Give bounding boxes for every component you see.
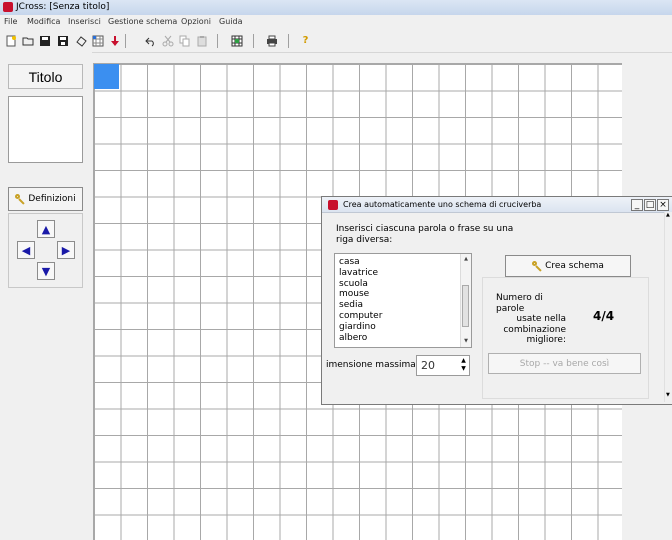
word-line: sedia	[339, 300, 363, 311]
definitions-button[interactable]: Definizioni	[8, 187, 83, 211]
print-icon[interactable]	[265, 34, 278, 47]
menu-modifica[interactable]: Modifica	[27, 17, 60, 26]
word-count-value: 4/4	[593, 309, 615, 323]
create-schema-button[interactable]: Crea schema	[505, 255, 631, 277]
arrow-right-icon[interactable]: ▶	[57, 241, 75, 259]
word-list-textarea[interactable]: casa lavatrice scuola mouse sedia comput…	[334, 253, 472, 348]
auto-create-dialog: Crea automaticamente uno schema di cruci…	[321, 196, 672, 405]
word-count-label-line: combinazione	[503, 324, 566, 335]
word-line: scuola	[339, 278, 368, 289]
copy-icon[interactable]	[178, 34, 191, 47]
word-line: casa	[339, 257, 360, 267]
title-preview-box	[8, 96, 83, 163]
maximize-icon[interactable]: □	[644, 199, 656, 211]
save-as-icon[interactable]	[56, 34, 69, 47]
key-icon	[532, 261, 542, 271]
dialog-instructions: Inserisci ciascuna parola o frase su una…	[336, 224, 514, 245]
word-list-lines: casa lavatrice scuola mouse sedia comput…	[339, 257, 382, 343]
help-icon[interactable]: ?	[299, 34, 312, 47]
app-icon	[3, 2, 13, 12]
menu-guida[interactable]: Guida	[219, 17, 242, 26]
word-line: mouse	[339, 289, 370, 300]
word-count-label-line: usate nella	[516, 314, 566, 324]
dimension-label: imensione massima:	[326, 360, 419, 370]
spinner-arrows-icon[interactable]: ▲ ▼	[459, 357, 468, 374]
generate-icon[interactable]	[230, 34, 243, 47]
word-count-label-line: Numero di parole	[496, 293, 543, 314]
close-icon[interactable]: ×	[657, 199, 669, 211]
menu-opzioni[interactable]: Opzioni	[181, 17, 211, 26]
toolbar: ?	[0, 30, 672, 53]
toolbar-separator	[288, 34, 289, 48]
toolbar-separator	[253, 34, 254, 48]
key-icon	[15, 194, 25, 204]
word-line: giardino	[339, 321, 376, 332]
dimension-spinner[interactable]: 20 ▲ ▼	[416, 355, 470, 376]
stop-button[interactable]: Stop -- va bene così	[488, 353, 641, 374]
selected-cell[interactable]	[94, 64, 119, 89]
arrow-left-icon[interactable]: ◀	[17, 241, 35, 259]
scroll-down-icon[interactable]: ▼	[462, 336, 470, 346]
title-bar: JCross: [Senza titolo]	[0, 0, 672, 16]
definitions-button-label: Definizioni	[28, 194, 76, 204]
arrow-down-icon[interactable]: ▼	[37, 262, 55, 280]
window-title: JCross: [Senza titolo]	[16, 2, 110, 12]
word-line: computer	[339, 310, 383, 321]
dialog-app-icon	[328, 200, 338, 210]
grid-icon[interactable]	[91, 34, 104, 47]
word-line: albero	[339, 332, 368, 343]
menu-inserisci[interactable]: Inserisci	[68, 17, 101, 26]
download-icon[interactable]	[108, 34, 121, 47]
open-icon[interactable]	[21, 34, 34, 47]
word-count-label: Numero di parole usate nella combinazion…	[488, 293, 566, 346]
dialog-title-bar: Crea automaticamente uno schema di cruci…	[322, 197, 672, 213]
menu-file[interactable]: File	[4, 17, 17, 26]
menu-gestione-schema[interactable]: Gestione schema	[108, 17, 177, 26]
title-button[interactable]: Titolo	[8, 64, 83, 89]
scroll-up-icon[interactable]: ▲	[666, 212, 670, 218]
undo-icon[interactable]	[144, 34, 157, 47]
toolbar-separator	[217, 34, 218, 48]
minimize-icon[interactable]: _	[631, 199, 643, 211]
direction-pad: ▲ ◀ ▶ ▼	[8, 213, 83, 288]
scroll-thumb[interactable]	[462, 285, 469, 327]
cut-icon[interactable]	[161, 34, 174, 47]
scroll-up-icon[interactable]: ▲	[462, 254, 470, 264]
dialog-title: Crea automaticamente uno schema di cruci…	[343, 200, 542, 209]
erase-icon[interactable]	[74, 34, 87, 47]
arrow-up-icon[interactable]: ▲	[37, 220, 55, 238]
create-schema-label: Crea schema	[545, 261, 604, 271]
save-icon[interactable]	[38, 34, 51, 47]
menu-bar: File Modifica Inserisci Gestione schema …	[0, 15, 672, 30]
toolbar-separator	[125, 34, 126, 48]
dimension-value: 20	[421, 359, 435, 372]
word-count-label-line: migliore:	[526, 335, 566, 345]
word-line: lavatrice	[339, 267, 379, 278]
word-list-scrollbar[interactable]: ▲ ▼	[460, 254, 471, 347]
new-icon[interactable]	[4, 34, 17, 47]
dialog-scrollbar[interactable]: ▲ ▼	[664, 212, 672, 402]
paste-icon[interactable]	[195, 34, 208, 47]
scroll-down-icon[interactable]: ▼	[666, 392, 670, 398]
